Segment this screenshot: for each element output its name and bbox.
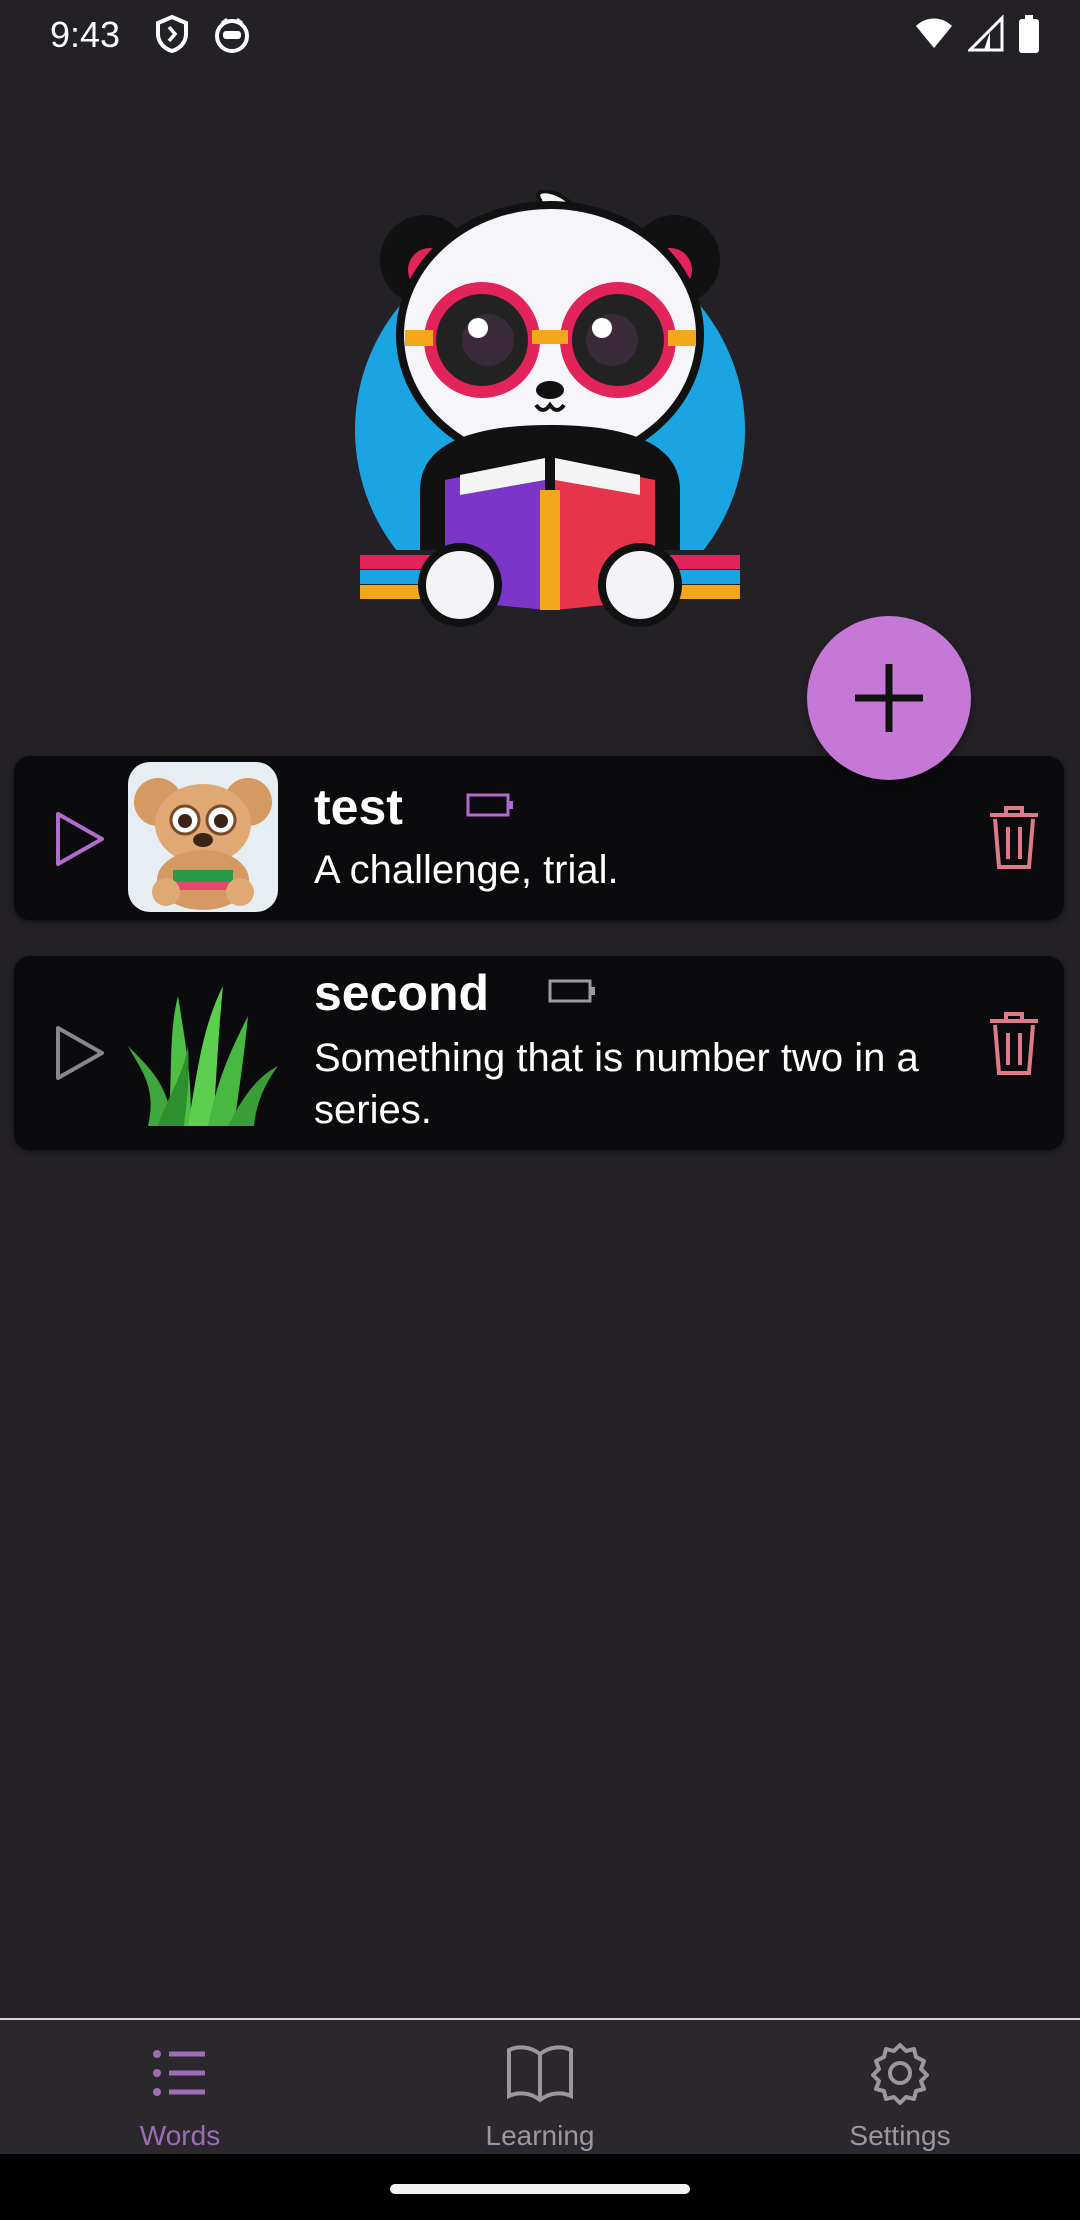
add-word-button[interactable] — [807, 616, 971, 780]
signal-icon — [968, 14, 1004, 52]
nav-item-words[interactable]: Words — [0, 2020, 360, 2156]
nav-label: Settings — [849, 2120, 951, 2151]
word-definition: Something that is number two in a series… — [314, 1036, 919, 1132]
word-title: test — [314, 779, 403, 835]
word-card[interactable]: second Something that is number two in a… — [14, 956, 1064, 1150]
wifi-icon — [916, 18, 952, 48]
nav-label: Learning — [485, 2120, 595, 2151]
word-title: second — [314, 965, 490, 1021]
app-face-icon — [215, 17, 249, 53]
battery-icon — [1019, 15, 1039, 53]
nav-item-settings[interactable]: Settings — [720, 2020, 1080, 2156]
trash-icon[interactable] — [984, 1009, 1044, 1079]
status-time: 9:43 — [50, 14, 121, 55]
bottom-nav: Words Learning Settings — [0, 2018, 1080, 2156]
panda-reading-logo — [350, 190, 750, 630]
battery-outline-icon — [466, 793, 513, 817]
status-bar: 9:43 — [0, 0, 1080, 66]
grass-thumbnail — [128, 976, 278, 1126]
play-icon[interactable] — [44, 1018, 114, 1088]
shield-icon — [156, 14, 188, 54]
play-icon[interactable] — [44, 804, 114, 874]
word-definition: A challenge, trial. — [314, 848, 619, 892]
nav-label: Words — [139, 2120, 221, 2151]
book-icon — [507, 2045, 573, 2103]
plus-icon — [855, 664, 923, 732]
koala-thumbnail — [128, 762, 278, 912]
home-indicator[interactable] — [390, 2184, 690, 2194]
nav-item-learning[interactable]: Learning — [360, 2020, 720, 2156]
list-icon — [153, 2050, 205, 2096]
battery-outline-icon — [548, 979, 595, 1003]
trash-icon[interactable] — [984, 803, 1044, 873]
gear-icon — [871, 2043, 929, 2105]
word-card[interactable]: test A challenge, trial. — [14, 756, 1064, 920]
status-right-icons — [914, 14, 1040, 54]
words-screen: 9:43 test A challenge, trial. second Som… — [0, 0, 1080, 2220]
